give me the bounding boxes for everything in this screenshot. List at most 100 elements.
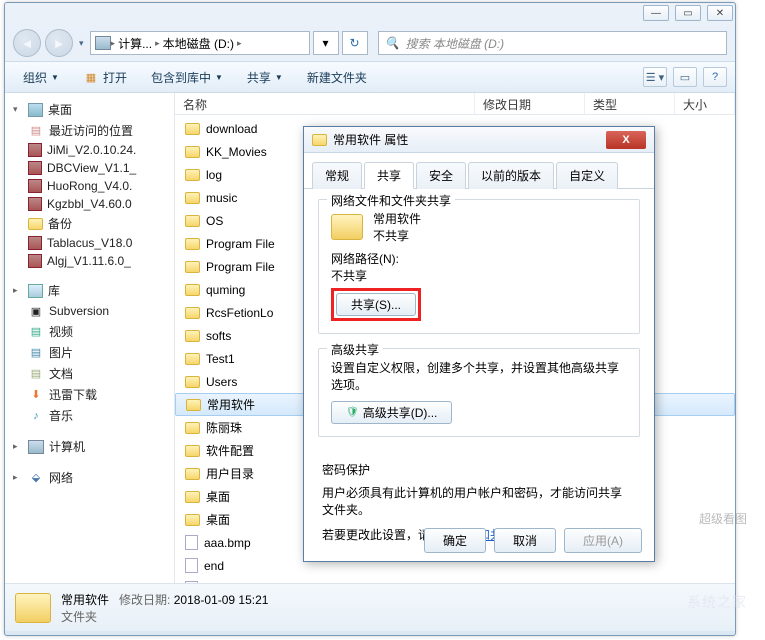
share-state: 不共享: [373, 227, 421, 244]
file-name: Test1: [206, 352, 235, 366]
sidebar-recent[interactable]: ▤最近访问的位置: [9, 120, 170, 141]
tab-body: 网络文件和文件夹共享 常用软件 不共享 网络路径(N): 不共享 共享(S)..…: [304, 189, 654, 579]
sidebar-libraries[interactable]: ▸库: [9, 280, 170, 301]
toolbar-share[interactable]: 共享▼: [237, 66, 293, 89]
folder-icon: [185, 353, 200, 365]
folder-icon: [185, 468, 200, 480]
folder-icon: [186, 399, 201, 411]
sidebar-item[interactable]: DBCView_V1.1_: [9, 159, 170, 177]
folder-icon: [185, 445, 200, 457]
file-name: softs: [206, 329, 231, 343]
toolbar-new-folder[interactable]: 新建文件夹: [297, 66, 377, 89]
apply-button[interactable]: 应用(A): [564, 528, 642, 553]
rar-icon: [28, 197, 42, 211]
file-icon: [185, 535, 198, 550]
advanced-share-text: 设置自定义权限，创建多个共享，并设置其他高级共享选项。: [331, 359, 627, 393]
file-name: Users: [206, 375, 237, 389]
status-date-label: 修改日期:: [119, 593, 170, 607]
sidebar-network[interactable]: ▸⬙网络: [9, 467, 170, 488]
dialog-close-button[interactable]: X: [606, 131, 646, 149]
toolbar-open[interactable]: ▦打开: [73, 66, 137, 89]
ok-button[interactable]: 确定: [424, 528, 486, 553]
tab-security[interactable]: 安全: [416, 162, 466, 189]
sidebar-desktop[interactable]: ▾桌面: [9, 99, 170, 120]
col-date[interactable]: 修改日期: [475, 93, 585, 114]
tab-general[interactable]: 常规: [312, 162, 362, 189]
rar-icon: [28, 143, 42, 157]
group-title: 高级共享: [327, 341, 383, 358]
sidebar-lib-item[interactable]: ▤文档: [9, 363, 170, 384]
col-name[interactable]: 名称: [175, 93, 475, 114]
tab-previous-versions[interactable]: 以前的版本: [468, 162, 554, 189]
breadcrumb[interactable]: ▸ 计算... ▸ 本地磁盘 (D:) ▸: [90, 31, 310, 55]
sidebar-lib-item[interactable]: ▣Subversion: [9, 301, 170, 321]
folder-icon: [185, 215, 200, 227]
col-type[interactable]: 类型: [585, 93, 675, 114]
breadcrumb-dropdown[interactable]: ▾: [313, 31, 339, 55]
help-button[interactable]: ?: [703, 67, 727, 87]
nav-forward-button[interactable]: ►: [45, 29, 73, 57]
search-input[interactable]: 🔍 搜索 本地磁盘 (D:): [378, 31, 727, 55]
nav-row: ◄ ► ▾ ▸ 计算... ▸ 本地磁盘 (D:) ▸ ▾ ↻ 🔍 搜索 本地磁…: [5, 23, 735, 61]
folder-icon: [185, 261, 200, 273]
file-name: Program File: [206, 237, 275, 251]
group-network-share: 网络文件和文件夹共享 常用软件 不共享 网络路径(N): 不共享 共享(S)..…: [318, 199, 640, 334]
share-folder-name: 常用软件: [373, 210, 421, 227]
sidebar-item[interactable]: Algj_V1.11.6.0_: [9, 252, 170, 270]
maximize-button[interactable]: ▭: [675, 5, 701, 21]
network-path-value: 不共享: [331, 267, 627, 284]
file-name: install.log: [204, 582, 254, 584]
file-name: music: [206, 191, 237, 205]
sidebar-lib-item[interactable]: ▤视频: [9, 321, 170, 342]
nav-history-dropdown[interactable]: ▾: [77, 38, 86, 49]
advanced-share-button[interactable]: 🛡高级共享(D)...: [331, 401, 452, 424]
folder-icon: [312, 134, 327, 146]
file-name: 用户目录: [206, 465, 254, 482]
view-options-button[interactable]: ☰ ▾: [643, 67, 667, 87]
folder-icon: [185, 307, 200, 319]
pictures-icon: ▤: [28, 345, 44, 361]
sidebar-item[interactable]: HuoRong_V4.0.: [9, 177, 170, 195]
status-date: 2018-01-09 15:21: [174, 593, 269, 607]
rar-icon: [28, 254, 42, 268]
search-placeholder: 搜索 本地磁盘 (D:): [405, 35, 504, 52]
minimize-button[interactable]: —: [643, 5, 669, 21]
sidebar-item[interactable]: 备份: [9, 213, 170, 234]
sidebar-computer[interactable]: ▸计算机: [9, 436, 170, 457]
dialog-titlebar[interactable]: 常用软件 属性 X: [304, 127, 654, 153]
subversion-icon: ▣: [28, 303, 44, 319]
file-icon: [185, 581, 198, 583]
sidebar-item[interactable]: JiMi_V2.0.10.24.: [9, 141, 170, 159]
toolbar-include[interactable]: 包含到库中▼: [141, 66, 233, 89]
close-button[interactable]: ✕: [707, 5, 733, 21]
refresh-button[interactable]: ↻: [342, 31, 368, 55]
cancel-button[interactable]: 取消: [494, 528, 556, 553]
sidebar-lib-item[interactable]: ♪音乐: [9, 405, 170, 426]
file-name: aaa.bmp: [204, 536, 251, 550]
breadcrumb-computer[interactable]: 计算...: [115, 35, 155, 52]
tab-sharing[interactable]: 共享: [364, 162, 414, 189]
toolbar-organize[interactable]: 组织▼: [13, 66, 69, 89]
computer-icon: [28, 440, 44, 454]
file-name: 桌面: [206, 511, 230, 528]
folder-icon: [185, 192, 200, 204]
sidebar-lib-item[interactable]: ⬇迅雷下载: [9, 384, 170, 405]
sidebar-item[interactable]: Kgzbbl_V4.60.0: [9, 195, 170, 213]
rar-icon: [28, 161, 42, 175]
download-icon: ⬇: [28, 387, 44, 403]
preview-pane-button[interactable]: ▭: [673, 67, 697, 87]
status-bar: 常用软件 修改日期: 2018-01-09 15:21 文件夹: [5, 583, 735, 631]
sidebar-lib-item[interactable]: ▤图片: [9, 342, 170, 363]
nav-back-button[interactable]: ◄: [13, 29, 41, 57]
share-button[interactable]: 共享(S)...: [336, 293, 416, 316]
tab-customize[interactable]: 自定义: [556, 162, 618, 189]
sidebar-item[interactable]: Tablacus_V18.0: [9, 234, 170, 252]
video-icon: ▤: [28, 324, 44, 340]
breadcrumb-drive[interactable]: 本地磁盘 (D:): [160, 35, 237, 52]
col-size[interactable]: 大小: [675, 93, 735, 114]
folder-icon: [185, 491, 200, 503]
file-name: end: [204, 559, 224, 573]
music-icon: ♪: [28, 408, 44, 424]
recent-icon: ▤: [28, 123, 44, 139]
folder-icon: [185, 169, 200, 181]
